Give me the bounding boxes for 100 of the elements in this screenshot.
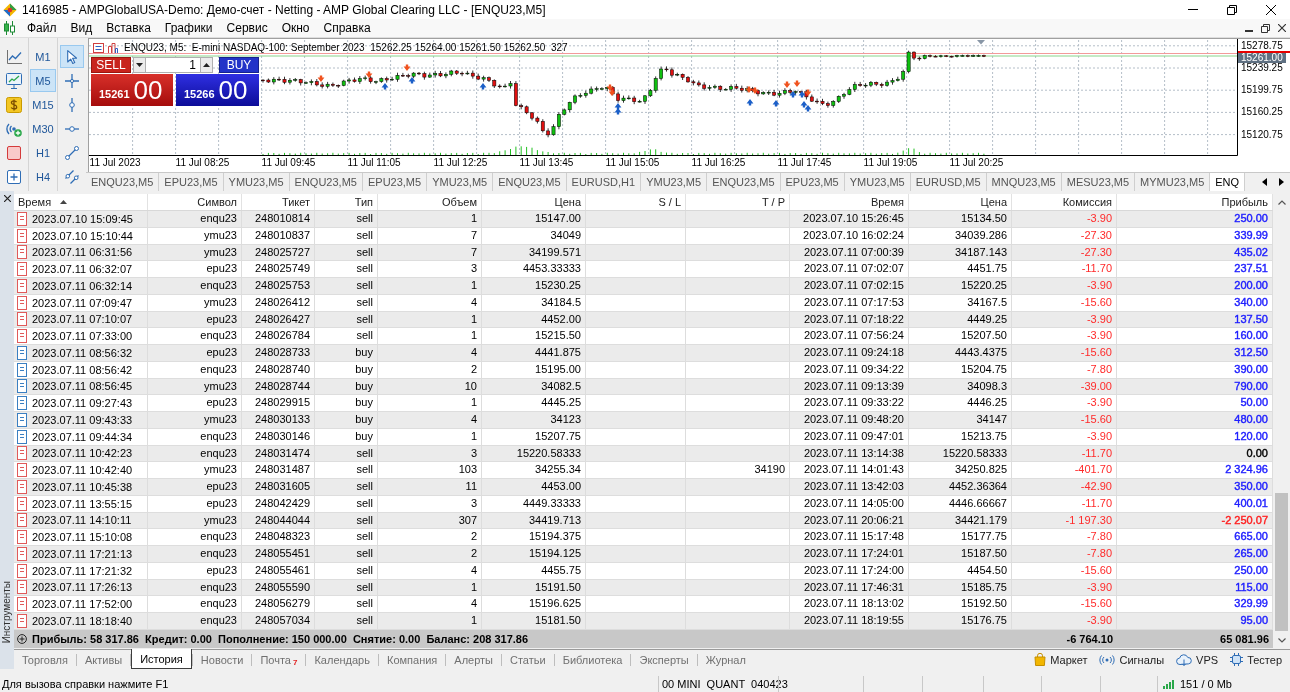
scroll-down-icon[interactable]	[1277, 637, 1286, 643]
table-cell: 248025753	[242, 278, 315, 294]
expand-icon[interactable]	[17, 633, 27, 644]
bars-icon	[108, 42, 118, 53]
column-header[interactable]: Объем	[378, 194, 482, 210]
table-cell: 1	[378, 579, 482, 596]
toolbar-button[interactable]: Тестер	[1230, 653, 1282, 666]
column-header[interactable]: Время	[790, 194, 909, 210]
timeframe-button[interactable]: M15	[30, 93, 56, 116]
column-header[interactable]: T / P	[686, 194, 790, 210]
close-icon[interactable]	[3, 195, 11, 202]
timeframe-button[interactable]: M5	[30, 69, 56, 92]
table-cell: 15191.50	[482, 579, 586, 596]
scrollbar-thumb[interactable]	[1275, 493, 1288, 631]
timeframe-button[interactable]: H4	[30, 165, 56, 188]
table-cell: 4	[378, 596, 482, 612]
timeframe-button[interactable]: H1	[30, 141, 56, 164]
table-cell: 2023.07.11 17:24:00	[790, 562, 909, 579]
buy-price-panel[interactable]: 15266 00	[176, 74, 259, 106]
monitor-chart-icon[interactable]	[6, 72, 22, 89]
current-price-label: 15261.00	[1238, 53, 1286, 63]
panel-tab[interactable]: Журнал	[697, 650, 754, 669]
table-cell: 2023.07.10 16:02:24	[790, 227, 909, 244]
panel-tab[interactable]: Компания	[378, 650, 446, 669]
panel-tab[interactable]: Библиотека	[554, 650, 631, 669]
table-cell: 2023.07.11 09:13:39	[790, 378, 909, 395]
scroll-up-icon[interactable]	[1277, 199, 1286, 205]
table-cell: 15176.75	[909, 613, 1012, 629]
menu-item[interactable]: Вид	[63, 19, 100, 37]
volume-field[interactable]: 1	[146, 57, 200, 73]
table-cell: -401.70	[1012, 462, 1117, 478]
dollar-icon[interactable]	[6, 96, 22, 113]
table-cell: 15134.50	[909, 211, 1012, 227]
menu-item[interactable]: Вставка	[99, 19, 158, 37]
table-cell: 248010837	[242, 227, 315, 244]
scroll-left-icon[interactable]	[1262, 178, 1267, 186]
table-cell: 2	[378, 546, 482, 562]
stop-square-icon[interactable]	[7, 145, 21, 160]
minimize-icon[interactable]	[1187, 9, 1198, 10]
app-logo-icon	[3, 2, 17, 17]
panel-tab[interactable]: Новости	[192, 650, 252, 669]
timeframe-button[interactable]: M30	[30, 117, 56, 140]
toolbar-button[interactable]: Сигналы	[1099, 653, 1165, 666]
table-cell: -3.90	[1012, 311, 1117, 328]
close-icon[interactable]	[1265, 4, 1276, 15]
timeframe-button[interactable]: M1	[30, 45, 56, 68]
column-header[interactable]: Цена	[909, 194, 1012, 210]
time-label: 11 Jul 11:05	[347, 157, 401, 169]
menu-item[interactable]: Графики	[157, 19, 220, 37]
volume-up-button[interactable]	[200, 57, 213, 73]
menu-item[interactable]: Окно	[274, 19, 317, 37]
column-header[interactable]: Тип	[315, 194, 378, 210]
column-header[interactable]: S / L	[586, 194, 686, 210]
scroll-right-icon[interactable]	[1279, 178, 1284, 186]
table-cell: 2023.07.11 15:17:48	[790, 529, 909, 545]
panel-tab[interactable]: Активы	[76, 650, 131, 669]
table-cell: epu23	[148, 345, 242, 361]
table-cell: 248056279	[242, 596, 315, 612]
volume-down-button[interactable]	[133, 57, 146, 73]
buy-button[interactable]: BUY	[219, 57, 259, 73]
panel-tab[interactable]: Алерты	[446, 650, 501, 669]
column-header[interactable]: Цена	[482, 194, 586, 210]
status-text: 151 / 0 Mb	[1180, 677, 1232, 692]
menu-item[interactable]: Сервис	[219, 19, 275, 37]
time-label: 11 Jul 08:25	[175, 157, 230, 169]
table-cell: 248042429	[242, 495, 315, 512]
toolbar-button[interactable]: Маркет	[1034, 653, 1088, 666]
table-cell: 15213.75	[909, 428, 1012, 445]
table-cell: -7.80	[1012, 361, 1117, 378]
menu-item[interactable]: Файл	[20, 19, 64, 37]
table-cell: 248025727	[242, 244, 315, 261]
scrollbar[interactable]	[1273, 194, 1290, 648]
table-cell: 15185.75	[909, 579, 1012, 596]
table-cell: 15194.125	[482, 546, 586, 562]
table-cell: 34199.571	[482, 244, 586, 261]
panel-tab[interactable]: Эксперты	[631, 650, 697, 669]
close-icon[interactable]	[1278, 24, 1286, 32]
menu-item[interactable]: Справка	[316, 19, 378, 37]
restore-icon[interactable]	[1226, 4, 1237, 15]
column-header[interactable]: Комиссия	[1012, 194, 1117, 210]
panel-tab[interactable]: Статьи	[502, 650, 554, 669]
column-header[interactable]: Символ	[148, 194, 242, 210]
table-cell: sell	[315, 529, 378, 545]
panel-tab[interactable]: История	[131, 649, 192, 669]
toolbar-button[interactable]: VPS	[1176, 653, 1219, 666]
table-cell: 15220.58333	[482, 445, 586, 462]
table-cell: 248025749	[242, 261, 315, 277]
column-header[interactable]: Время	[14, 194, 148, 210]
table-cell: 248028744	[242, 378, 315, 395]
sell-price-panel[interactable]: 15261 00	[91, 74, 173, 106]
restore-icon[interactable]	[1261, 23, 1270, 33]
chart-tab[interactable]: ENQ	[1210, 173, 1246, 191]
panel-tab[interactable]: Торговля	[14, 650, 76, 669]
bid-points: 00	[133, 76, 163, 104]
panel-tab[interactable]: Календарь	[306, 650, 378, 669]
tool-button[interactable]	[60, 45, 84, 68]
sell-button[interactable]: SELL	[91, 57, 131, 73]
plus-square-icon[interactable]	[7, 169, 21, 184]
line-chart-icon[interactable]	[6, 48, 22, 65]
column-header[interactable]: Тикет	[242, 194, 315, 210]
